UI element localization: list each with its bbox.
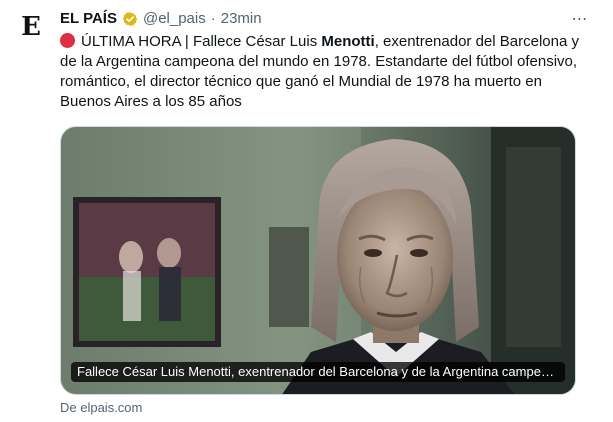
- tweet-header: EL PAÍS @el_pais · 23min: [60, 9, 262, 29]
- more-options-icon[interactable]: ⋯: [569, 8, 591, 30]
- link-source[interactable]: De elpais.com: [60, 399, 142, 417]
- tweet-text: ÚLTIMA HORA | Fallece César Luis Menotti…: [60, 32, 590, 112]
- red-circle-icon: [60, 33, 75, 48]
- account-handle[interactable]: @el_pais: [143, 9, 206, 29]
- separator-dot: ·: [210, 10, 216, 27]
- link-card[interactable]: Fallece César Luis Menotti, exentrenador…: [60, 126, 576, 395]
- card-caption: Fallece César Luis Menotti, exentrenador…: [71, 362, 565, 382]
- verified-badge-icon[interactable]: [122, 11, 138, 27]
- card-image: [61, 127, 575, 394]
- tweet[interactable]: E EL PAÍS @el_pais · 23min ⋯ ÚLTIMA HORA…: [0, 0, 613, 422]
- tweet-text-bold: Menotti: [321, 33, 375, 50]
- account-name[interactable]: EL PAÍS: [60, 9, 117, 29]
- avatar[interactable]: E: [14, 10, 48, 44]
- timestamp[interactable]: 23min: [221, 9, 262, 29]
- tweet-text-part1: ÚLTIMA HORA | Fallece César Luis: [81, 33, 322, 50]
- avatar-letter: E: [21, 12, 41, 42]
